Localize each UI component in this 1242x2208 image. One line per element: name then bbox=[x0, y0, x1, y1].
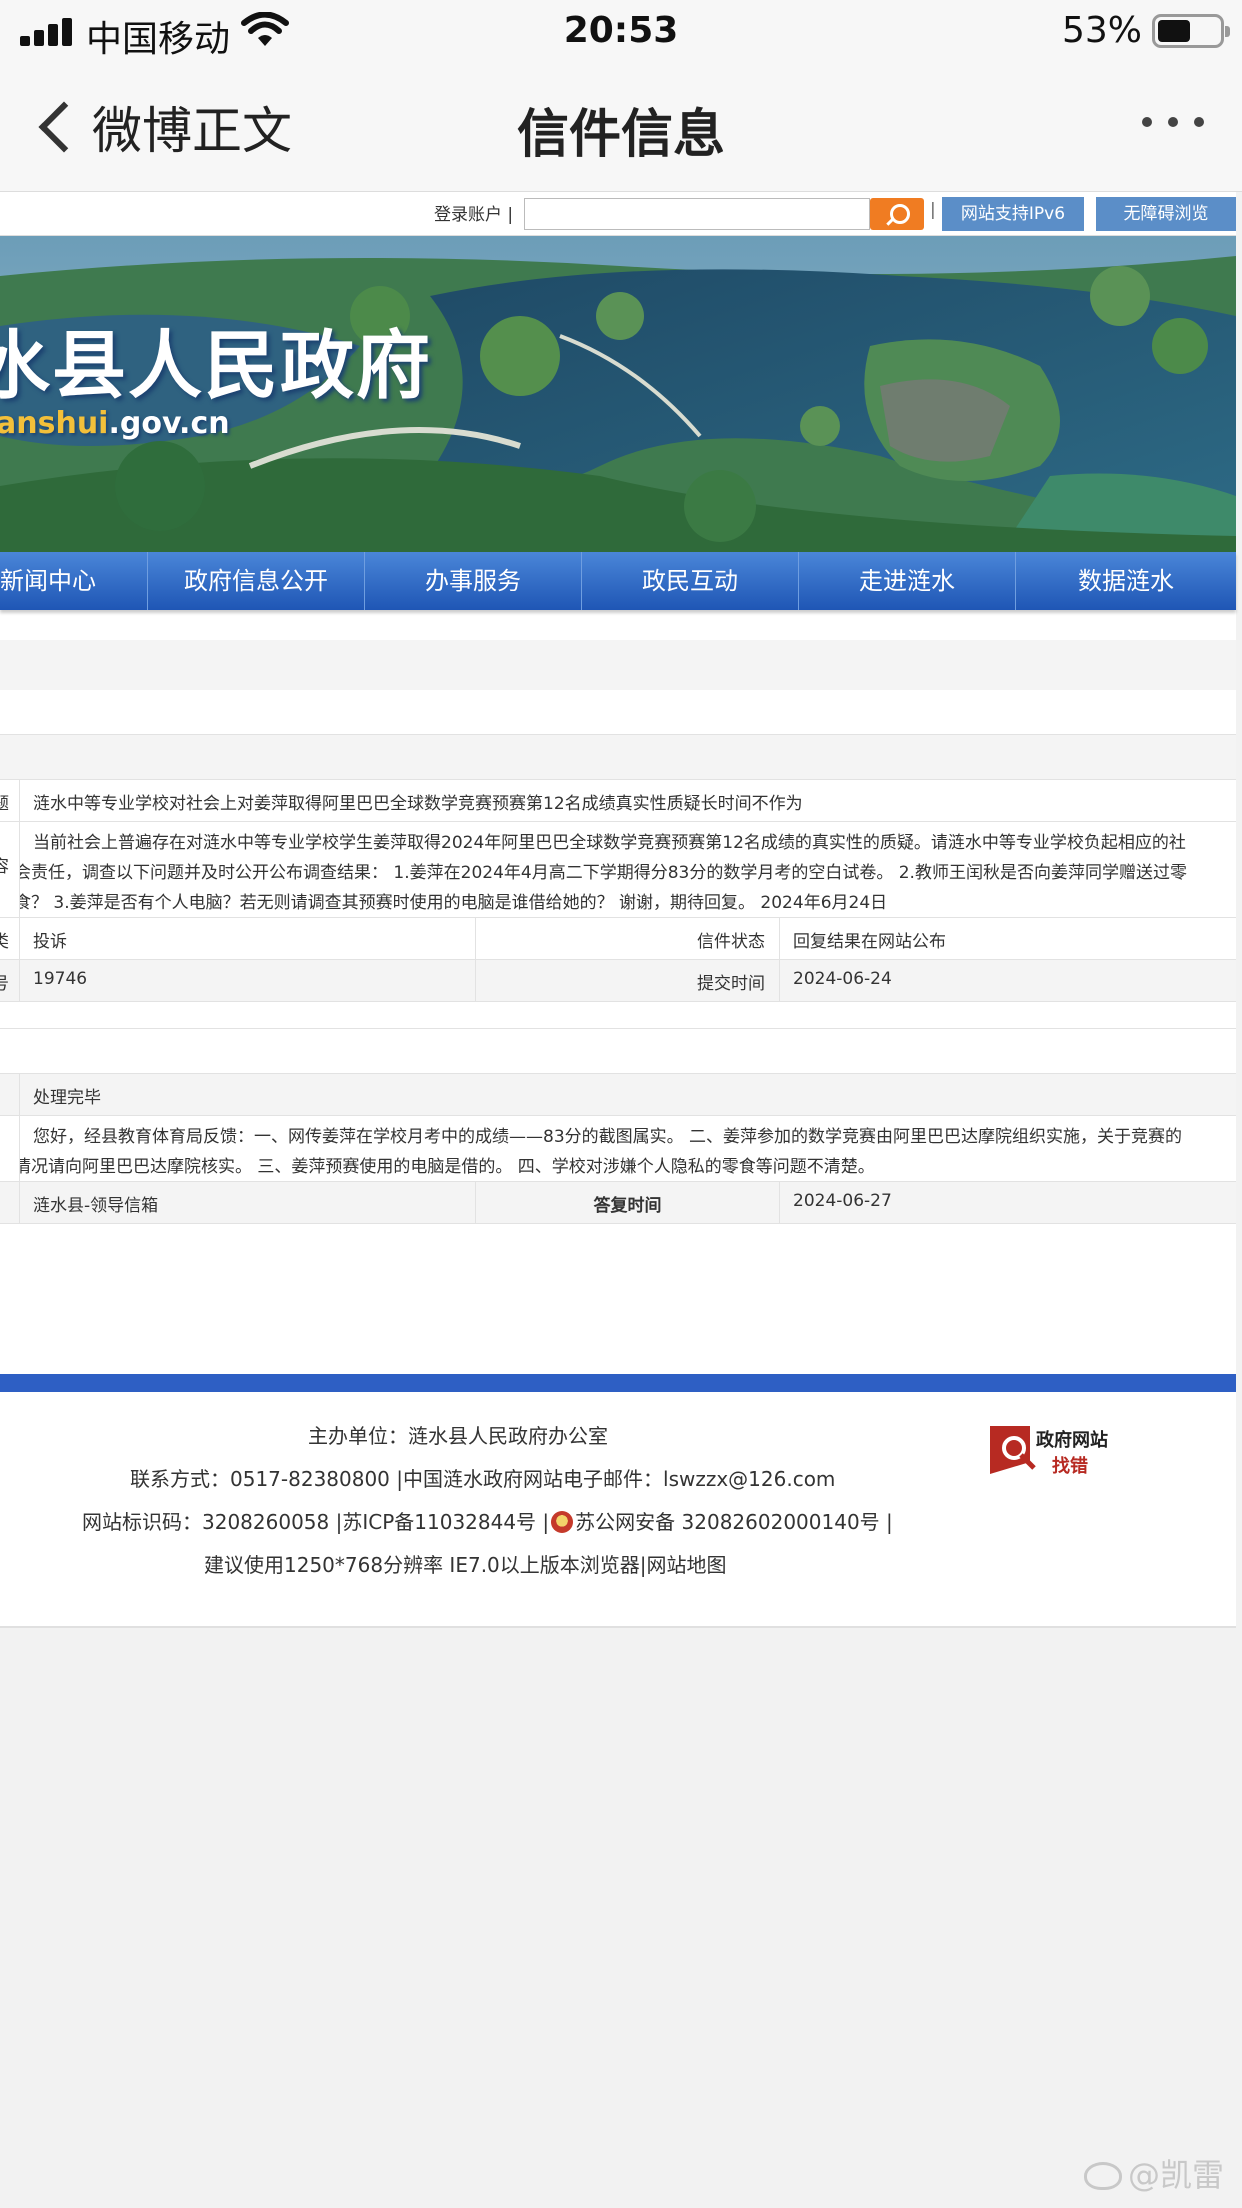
table-header-row bbox=[0, 1028, 1236, 1074]
footer-host: 主办单位：涟水县人民政府办公室 bbox=[308, 1424, 608, 1448]
table-row: 您好，经县教育体育局反馈：一、网传姜萍在学校月考中的成绩——83分的截图属实。 … bbox=[0, 1116, 1236, 1182]
accessibility-button[interactable]: 无障碍浏览 bbox=[1096, 197, 1236, 231]
back-button[interactable]: 微博正文 bbox=[28, 92, 292, 162]
police-badge-icon bbox=[551, 1511, 574, 1533]
clock: 20:53 bbox=[563, 10, 679, 51]
battery-percentage: 53% bbox=[1061, 10, 1142, 51]
reply-content: 您好，经县教育体育局反馈：一、网传姜萍在学校月考中的成绩——83分的截图属实。 … bbox=[20, 1127, 1183, 1177]
table-row: 涟水县-领导信箱 答复时间 2024-06-27 bbox=[0, 1182, 1236, 1224]
table-row: 类 投诉 信件状态 回复结果在网站公布 bbox=[0, 918, 1236, 960]
table-row: 题 涟水中等专业学校对社会上对姜萍取得阿里巴巴全球数学竞赛预赛第12名成绩真实性… bbox=[0, 780, 1236, 822]
site-search-input[interactable] bbox=[524, 198, 870, 230]
web-page: 登录账户 | | 网站支持IPv6 无障碍浏览 水县人民政府 anshui.go… bbox=[0, 192, 1236, 1628]
nav-item-about[interactable]: 走进涟水 bbox=[799, 552, 1016, 610]
battery-icon bbox=[1152, 14, 1230, 48]
footer-contact[interactable]: 联系方式：0517-82380800 |中国涟水政府网站电子邮件：lswzzx@… bbox=[130, 1463, 835, 1492]
nav-item-news[interactable]: 新闻中心 bbox=[0, 552, 148, 610]
site-title: 水县人民政府 bbox=[0, 323, 432, 409]
site-banner: 水县人民政府 anshui.gov.cn bbox=[0, 236, 1236, 552]
table-row: 处理完毕 bbox=[0, 1074, 1236, 1116]
nav-item-data[interactable]: 数据涟水 bbox=[1016, 552, 1236, 610]
table-header-row bbox=[0, 734, 1236, 780]
weibo-logo-icon bbox=[1083, 2162, 1122, 2190]
submit-time: 2024-06-24 bbox=[793, 969, 892, 989]
chevron-left-icon bbox=[38, 101, 90, 153]
footer-ids: 网站标识码：3208260058 |苏ICP备11032844号 | 苏公网安备 … bbox=[82, 1510, 893, 1534]
weibo-watermark: @凯雷 bbox=[1083, 2150, 1224, 2196]
reply-time-label: 答复时间 bbox=[593, 1196, 662, 1216]
letter-status: 回复结果在网站公布 bbox=[793, 932, 946, 952]
reply-time: 2024-06-27 bbox=[793, 1191, 892, 1211]
login-link[interactable]: 登录账户 | bbox=[434, 200, 513, 225]
submit-time-label: 提交时间 bbox=[697, 974, 765, 994]
table-row: 号 19746 提交时间 2024-06-24 bbox=[0, 960, 1236, 1002]
app-nav-bar: 微博正文 信件信息 bbox=[0, 62, 1242, 192]
ipv6-button[interactable]: 网站支持IPv6 bbox=[942, 197, 1084, 231]
table-row: 容 当前社会上普遍存在对涟水中等专业学校学生姜萍取得2024年阿里巴巴全球数学竞… bbox=[0, 822, 1236, 918]
nav-item-gov-info[interactable]: 政府信息公开 bbox=[148, 552, 365, 610]
reply-status: 处理完毕 bbox=[33, 1088, 101, 1108]
site-footer: 主办单位：涟水县人民政府办公室 联系方式：0517-82380800 |中国涟水… bbox=[0, 1392, 1236, 1628]
search-icon[interactable] bbox=[870, 198, 924, 230]
more-options-icon[interactable] bbox=[1142, 117, 1204, 127]
gov-site-report-badge[interactable]: 政府网站 找错 bbox=[988, 1422, 1118, 1482]
site-top-bar: 登录账户 | | 网站支持IPv6 无障碍浏览 bbox=[0, 192, 1236, 236]
footer-divider-bar bbox=[0, 1374, 1236, 1392]
status-bar: 中国移动 20:53 53% bbox=[0, 0, 1242, 62]
status-label: 信件状态 bbox=[697, 932, 765, 952]
main-nav: 新闻中心 政府信息公开 办事服务 政民互动 走进涟水 数据涟水 bbox=[0, 552, 1236, 610]
magnifier-icon bbox=[990, 1426, 1036, 1474]
divider: | bbox=[930, 200, 936, 220]
site-url: anshui.gov.cn bbox=[0, 406, 230, 441]
nav-item-interaction[interactable]: 政民互动 bbox=[582, 552, 799, 610]
footer-browser-note[interactable]: 建议使用1250*768分辨率 IE7.0以上版本浏览器|网站地图 bbox=[204, 1549, 727, 1578]
nav-item-services[interactable]: 办事服务 bbox=[365, 552, 582, 610]
letter-title: 涟水中等专业学校对社会上对姜萍取得阿里巴巴全球数学竞赛预赛第12名成绩真实性质疑… bbox=[33, 794, 803, 814]
letter-content: 当前社会上普遍存在对涟水中等专业学校学生姜萍取得2024年阿里巴巴全球数学竞赛预… bbox=[20, 833, 1187, 913]
breadcrumb-strip bbox=[0, 640, 1236, 690]
back-label: 微博正文 bbox=[92, 102, 292, 160]
